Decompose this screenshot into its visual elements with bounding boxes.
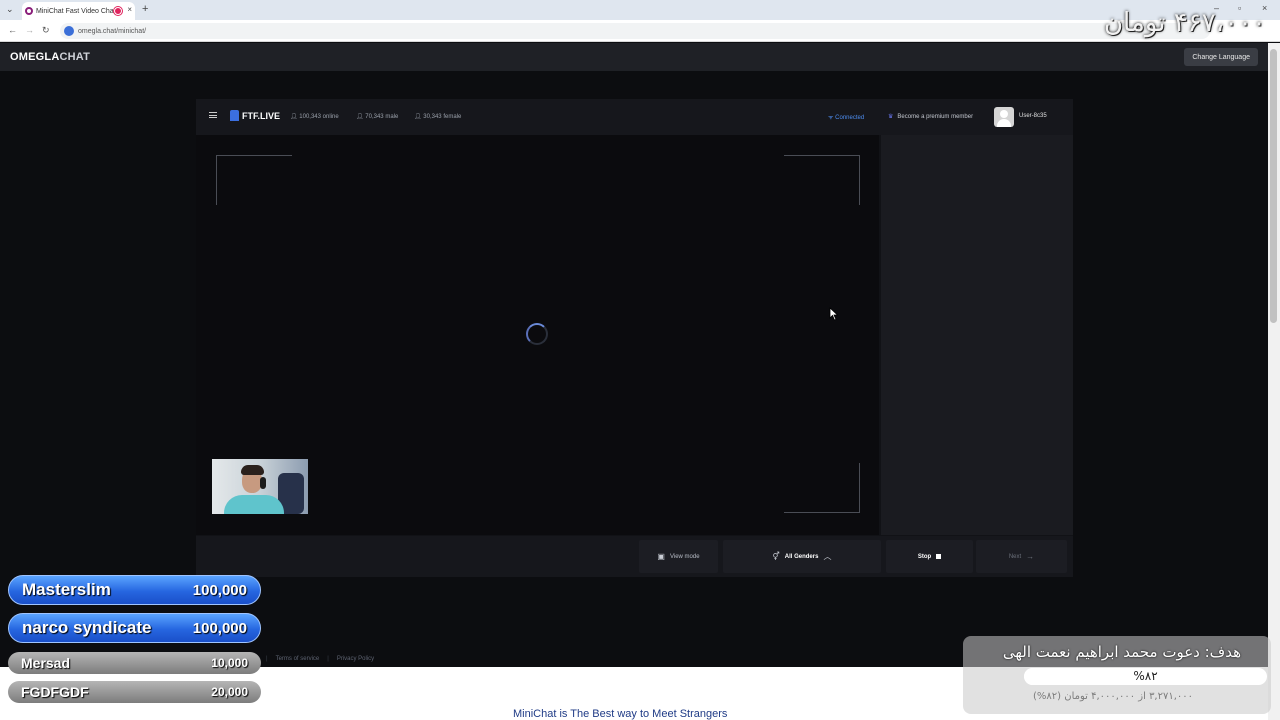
donation-amount: 100,000: [192, 581, 247, 599]
change-language-button[interactable]: Change Language: [1184, 48, 1258, 66]
donation-item: Masterslim 100,000: [8, 575, 261, 605]
gender-filter-label: All Genders: [784, 553, 819, 560]
stop-label: Stop: [917, 553, 932, 560]
view-mode-button[interactable]: ▣ View mode: [639, 540, 718, 573]
male-count: 👤︎ 70,343 male: [356, 113, 398, 120]
male-icon: 👤︎: [356, 114, 366, 120]
donation-amount: 100,000: [192, 619, 247, 637]
video-chat-app: FTF.LIVE 👤︎ 100,343 online 👤︎ 70,343 mal…: [196, 99, 1073, 577]
logo-suffix: CHAT: [59, 51, 91, 63]
donor-name: Mersad: [21, 655, 71, 671]
site-logo[interactable]: OMEGLACHAT: [10, 51, 90, 63]
chevron-up-icon: ︿: [823, 552, 832, 561]
new-tab-button[interactable]: +: [142, 3, 148, 15]
donation-goal-widget: هدف: دعوت محمد ابراهیم نعمت الهی %۸۲ ۳,۲…: [963, 636, 1271, 714]
online-count-text: 100,343 online: [299, 114, 339, 120]
footer-separator: |: [327, 656, 329, 662]
view-mode-icon: ▣: [657, 552, 665, 561]
stranger-video-area: [196, 135, 879, 535]
site-header: OMEGLACHAT Change Language: [0, 43, 1268, 71]
stop-square-icon: [936, 554, 942, 559]
donation-amount: 10,000: [211, 656, 248, 670]
self-cam-shirt: [224, 495, 284, 514]
url-field[interactable]: omegla.chat/minichat/: [60, 23, 1210, 39]
ftf-brand-text: FTF.LIVE: [242, 111, 280, 121]
tab-list-icon[interactable]: ⌄: [6, 4, 14, 15]
donor-name: FGDFGDF: [21, 684, 89, 700]
self-cam-headset: [260, 477, 266, 489]
username[interactable]: User-8c35: [1019, 113, 1047, 119]
gender-icon: ⚥: [772, 552, 780, 561]
tab-title: MiniChat Fast Video Chat: [36, 7, 116, 15]
loading-spinner-icon: [526, 323, 548, 345]
crown-icon: ♛: [888, 114, 894, 120]
gender-filter-button[interactable]: ⚥ All Genders ︿: [723, 540, 881, 573]
premium-link-text: Become a premium member: [897, 114, 974, 120]
donation-item: Mersad 10,000: [8, 652, 261, 674]
url-text: omegla.chat/minichat/: [78, 27, 147, 35]
page-tagline: MiniChat is The Best way to Meet Strange…: [513, 708, 728, 720]
footer-separator: |: [266, 656, 268, 662]
next-button[interactable]: Next →: [976, 540, 1067, 573]
browser-tab-bar: ⌄ MiniChat Fast Video Chat × + – ▫ ×: [0, 0, 1280, 20]
female-count-text: 30,343 female: [423, 114, 462, 120]
self-camera-preview: [212, 459, 308, 514]
page-scrollbar[interactable]: [1268, 43, 1280, 720]
stream-amount-overlay: ۴۶۷،۰۰۰ تومان: [1103, 8, 1266, 38]
chat-side-panel: [881, 135, 1073, 535]
online-count: 👤︎ 100,343 online: [290, 113, 339, 120]
control-bar: ▣ View mode ⚥ All Genders ︿ Stop Next →: [196, 536, 1073, 577]
female-icon: 👤︎: [414, 114, 424, 120]
ftf-logo[interactable]: FTF.LIVE: [230, 110, 280, 121]
site-info-icon[interactable]: [64, 26, 74, 36]
address-toolbar: ← → ↻ omegla.chat/minichat/: [0, 20, 1280, 42]
goal-subtitle: ۳,۲۷۱,۰۰۰ از ۴,۰۰۰,۰۰۰ تومان (۸۲%): [1033, 691, 1194, 702]
premium-link[interactable]: ♛ Become a premium member: [888, 113, 973, 120]
goal-progress-bar: %۸۲: [1024, 668, 1267, 685]
scrollbar-thumb[interactable]: [1270, 49, 1277, 323]
recording-icon: [114, 7, 122, 15]
connection-status-text: Connected: [835, 115, 865, 121]
forward-icon[interactable]: →: [25, 25, 34, 35]
user-icon: 👤︎: [290, 114, 300, 120]
video-frame-corner-br: [784, 463, 860, 513]
donation-item: FGDFGDF 20,000: [8, 681, 261, 703]
back-icon[interactable]: ←: [8, 25, 17, 35]
donor-name: narco syndicate: [22, 618, 152, 637]
stop-button[interactable]: Stop: [886, 540, 973, 573]
app-toolbar: FTF.LIVE 👤︎ 100,343 online 👤︎ 70,343 mal…: [196, 99, 1073, 135]
arrow-right-icon: →: [1026, 552, 1035, 561]
ftf-mark-icon: [230, 110, 239, 121]
male-count-text: 70,343 male: [365, 114, 399, 120]
user-avatar[interactable]: [994, 107, 1014, 127]
donor-name: Masterslim: [22, 580, 111, 599]
goal-percent: %۸۲: [1133, 669, 1158, 683]
hamburger-menu-icon[interactable]: [209, 112, 217, 118]
footer-links: | Terms of service | Privacy Policy: [266, 656, 374, 662]
browser-tab[interactable]: MiniChat Fast Video Chat ×: [22, 2, 135, 20]
logo-main: OMEGLA: [10, 51, 60, 63]
terms-link[interactable]: Terms of service: [276, 656, 320, 662]
video-frame-corner-tr: [784, 155, 860, 205]
female-count: 👤︎ 30,343 female: [414, 113, 461, 120]
view-mode-label: View mode: [669, 553, 700, 560]
connection-status: ᯤ Connected: [828, 113, 864, 121]
video-frame-corner-tl: [216, 155, 292, 205]
goal-title: هدف: دعوت محمد ابراهیم نعمت الهی: [1002, 643, 1241, 661]
tab-close-icon[interactable]: ×: [127, 5, 132, 14]
self-cam-hair: [241, 465, 264, 475]
privacy-link[interactable]: Privacy Policy: [337, 656, 374, 662]
donation-item: narco syndicate 100,000: [8, 613, 261, 643]
next-label: Next: [1008, 553, 1022, 560]
reload-icon[interactable]: ↻: [42, 25, 50, 36]
donation-amount: 20,000: [211, 685, 248, 699]
site-favicon-icon: [25, 7, 33, 15]
